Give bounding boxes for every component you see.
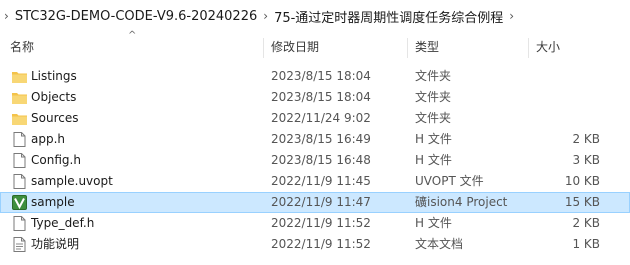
file-name: Sources: [31, 111, 79, 125]
file-date: 2022/11/9 11:45: [271, 174, 371, 188]
file-row[interactable]: app.h 2023/8/15 16:49 H 文件 2 KB: [0, 129, 630, 150]
file-name: Type_def.h: [31, 216, 95, 230]
file-date: 2023/8/15 16:48: [271, 153, 371, 167]
file-name: Listings: [31, 69, 77, 83]
file-name: Config.h: [31, 153, 81, 167]
file-name: sample: [31, 195, 75, 209]
folder-icon: [11, 89, 28, 106]
file-type: H 文件: [415, 216, 452, 230]
text-file-icon: [11, 236, 28, 253]
file-type: 文本文档: [415, 237, 464, 251]
file-date: 2023/8/15 16:49: [271, 132, 371, 146]
breadcrumb-item-project[interactable]: STC32G-DEMO-CODE-V9.6-20240226: [15, 9, 257, 24]
file-row[interactable]: sample.uvopt 2022/11/9 11:45 UVOPT 文件 10…: [0, 171, 630, 192]
file-row[interactable]: Config.h 2023/8/15 16:48 H 文件 3 KB: [0, 150, 630, 171]
file-size: 3 KB: [572, 153, 600, 167]
file-size: 2 KB: [572, 216, 600, 230]
file-date: 2022/11/9 11:52: [271, 237, 371, 251]
file-name: Objects: [31, 90, 77, 104]
file-list: Listings 2023/8/15 18:04 文件夹 Objects 202…: [0, 66, 630, 255]
file-type: UVOPT 文件: [415, 174, 484, 188]
file-date: 2022/11/9 11:47: [271, 195, 371, 209]
file-row[interactable]: Sources 2022/11/24 9:02 文件夹: [0, 108, 630, 129]
file-type: H 文件: [415, 153, 452, 167]
column-divider[interactable]: [528, 38, 529, 58]
file-icon: [11, 131, 28, 148]
file-date: 2022/11/24 9:02: [271, 111, 371, 125]
chevron-right-icon[interactable]: ›: [263, 9, 268, 23]
file-size: 10 KB: [564, 174, 600, 188]
file-name: 功能说明: [31, 237, 80, 251]
file-icon: [11, 152, 28, 169]
file-name: app.h: [31, 132, 66, 146]
column-header-name[interactable]: 名称: [10, 36, 34, 58]
file-row[interactable]: 功能说明 2022/11/9 11:52 文本文档 1 KB: [0, 234, 630, 255]
uvision-project-icon: [11, 194, 28, 211]
file-size: 2 KB: [572, 132, 600, 146]
column-divider[interactable]: [407, 38, 408, 58]
column-divider[interactable]: [263, 38, 264, 58]
file-date: 2022/11/9 11:52: [271, 216, 371, 230]
file-row-selected[interactable]: sample 2022/11/9 11:47 礦ision4 Project 1…: [0, 192, 630, 213]
file-size: 1 KB: [572, 237, 600, 251]
file-row[interactable]: Type_def.h 2022/11/9 11:52 H 文件 2 KB: [0, 213, 630, 234]
file-size: 15 KB: [564, 195, 600, 209]
file-date: 2023/8/15 18:04: [271, 90, 371, 104]
file-type: 文件夹: [415, 111, 452, 125]
breadcrumb: › STC32G-DEMO-CODE-V9.6-20240226 › 75-通过…: [0, 0, 630, 32]
column-header-date[interactable]: 修改日期: [271, 36, 319, 58]
file-row[interactable]: Objects 2023/8/15 18:04 文件夹: [0, 87, 630, 108]
file-type: H 文件: [415, 132, 452, 146]
chevron-right-icon[interactable]: ›: [509, 9, 514, 23]
chevron-right-icon[interactable]: ›: [4, 9, 9, 23]
folder-icon: [11, 110, 28, 127]
breadcrumb-item-folder[interactable]: 75-通过定时器周期性调度任务综合例程: [274, 7, 503, 26]
file-icon: [11, 215, 28, 232]
file-type: 礦ision4 Project: [415, 195, 508, 209]
file-type: 文件夹: [415, 69, 452, 83]
file-name: sample.uvopt: [31, 174, 113, 188]
file-row[interactable]: Listings 2023/8/15 18:04 文件夹: [0, 66, 630, 87]
file-type: 文件夹: [415, 90, 452, 104]
file-date: 2023/8/15 18:04: [271, 69, 371, 83]
column-header-type[interactable]: 类型: [415, 36, 439, 58]
column-header-row: 名称 修改日期 类型 大小: [0, 36, 630, 58]
file-icon: [11, 173, 28, 190]
column-header-size[interactable]: 大小: [536, 36, 560, 58]
folder-icon: [11, 68, 28, 85]
